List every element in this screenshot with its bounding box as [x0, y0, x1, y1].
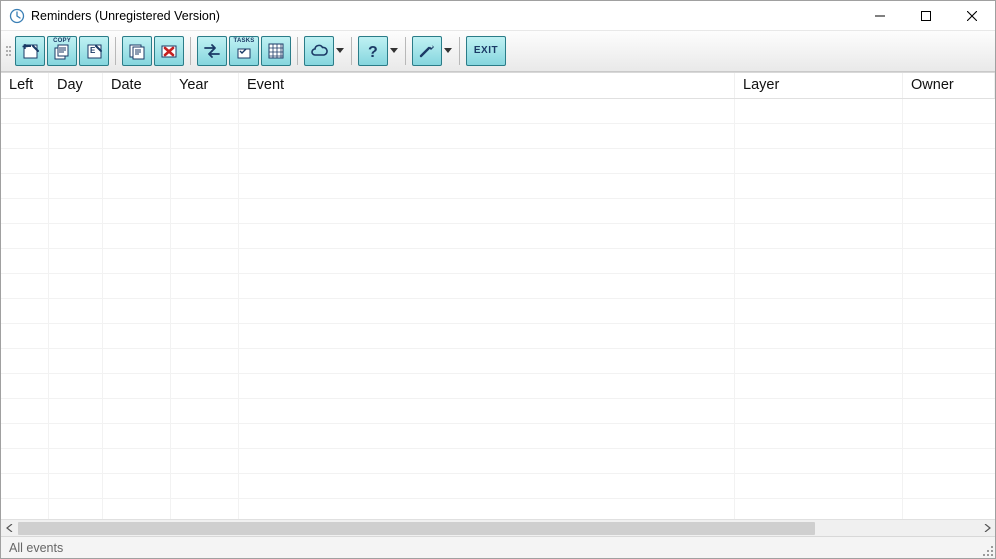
col-header-year[interactable]: Year [171, 73, 239, 99]
help-button[interactable]: ? [358, 36, 388, 66]
svg-text:?: ? [368, 44, 378, 61]
col-header-event[interactable]: Event [239, 73, 735, 99]
calendar-button[interactable] [261, 36, 291, 66]
close-button[interactable] [949, 1, 995, 31]
copy-label: COPY [48, 38, 76, 44]
table-row[interactable] [1, 449, 995, 474]
table-row[interactable] [1, 274, 995, 299]
scroll-right-arrow[interactable] [978, 520, 995, 537]
table-row[interactable] [1, 349, 995, 374]
toolbar-grip [5, 37, 11, 65]
title-bar: Reminders (Unregistered Version) [1, 1, 995, 31]
event-grid: Left Day Date Year Event Layer Owner [1, 72, 995, 537]
status-bar: All events [1, 536, 995, 558]
app-window: Reminders (Unregistered Version) COPY [0, 0, 996, 559]
app-icon [9, 8, 25, 24]
exit-button[interactable]: EXIT [466, 36, 506, 66]
table-row[interactable] [1, 199, 995, 224]
table-row[interactable] [1, 374, 995, 399]
delete-button[interactable] [154, 36, 184, 66]
toolbar: COPY E [1, 31, 995, 72]
grid-body[interactable] [1, 99, 995, 519]
new-event-button[interactable] [15, 36, 45, 66]
col-header-layer[interactable]: Layer [735, 73, 903, 99]
table-row[interactable] [1, 324, 995, 349]
scroll-track[interactable] [18, 520, 978, 537]
col-header-owner[interactable]: Owner [903, 73, 995, 99]
col-header-date[interactable]: Date [103, 73, 171, 99]
cloud-dropdown[interactable] [335, 36, 345, 66]
exit-label: EXIT [474, 45, 498, 56]
help-dropdown[interactable] [389, 36, 399, 66]
copy-event-button[interactable]: COPY [47, 36, 77, 66]
settings-button[interactable] [412, 36, 442, 66]
table-row[interactable] [1, 124, 995, 149]
toolbar-separator [351, 37, 352, 65]
toolbar-separator [115, 37, 116, 65]
settings-dropdown[interactable] [443, 36, 453, 66]
maximize-button[interactable] [903, 1, 949, 31]
toolbar-separator [297, 37, 298, 65]
table-row[interactable] [1, 399, 995, 424]
table-row[interactable] [1, 249, 995, 274]
table-row[interactable] [1, 474, 995, 499]
resize-grip[interactable] [981, 544, 993, 556]
grid-header: Left Day Date Year Event Layer Owner [1, 73, 995, 100]
window-title: Reminders (Unregistered Version) [31, 9, 220, 23]
col-header-day[interactable]: Day [49, 73, 103, 99]
horizontal-scrollbar[interactable] [1, 519, 995, 536]
table-row[interactable] [1, 424, 995, 449]
edit-event-button[interactable]: E [79, 36, 109, 66]
table-row[interactable] [1, 99, 995, 124]
scroll-left-arrow[interactable] [1, 520, 18, 537]
scroll-thumb[interactable] [18, 522, 815, 535]
duplicate-button[interactable] [122, 36, 152, 66]
table-row[interactable] [1, 174, 995, 199]
minimize-button[interactable] [857, 1, 903, 31]
toolbar-separator [190, 37, 191, 65]
table-row[interactable] [1, 499, 995, 519]
tasks-button[interactable]: TASKS [229, 36, 259, 66]
table-row[interactable] [1, 299, 995, 324]
col-header-left[interactable]: Left [1, 73, 49, 99]
table-row[interactable] [1, 149, 995, 174]
tasks-label: TASKS [230, 38, 258, 44]
cloud-button[interactable] [304, 36, 334, 66]
svg-text:E: E [90, 46, 96, 55]
status-text: All events [9, 541, 63, 555]
toolbar-separator [459, 37, 460, 65]
toolbar-separator [405, 37, 406, 65]
table-row[interactable] [1, 224, 995, 249]
sync-button[interactable] [197, 36, 227, 66]
